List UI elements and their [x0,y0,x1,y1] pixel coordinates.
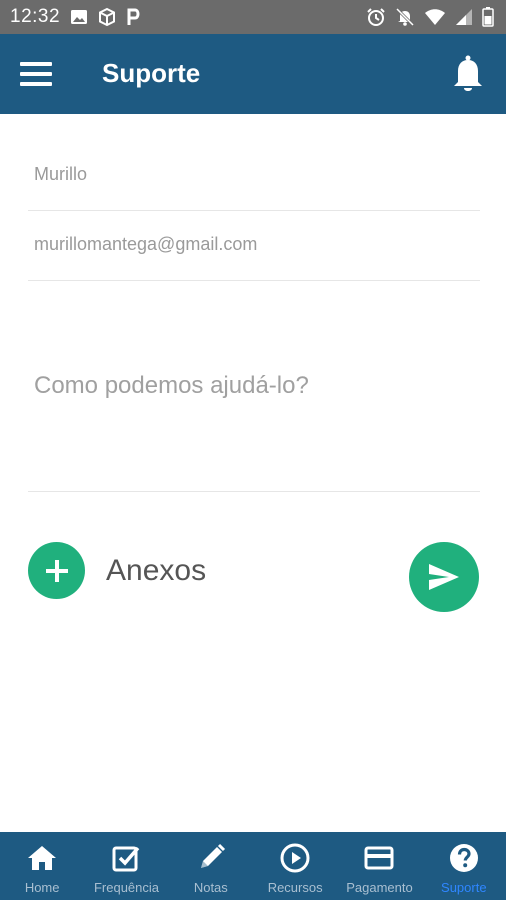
name-field-container [28,158,480,211]
nav-label-home: Home [24,880,60,895]
status-left: 12:32 [10,6,142,28]
nav-label-notas: Notas [193,880,228,895]
status-system-icons [366,7,494,27]
parking-icon [126,7,142,27]
signal-icon [455,8,473,26]
credit-card-icon [363,842,395,874]
send-button[interactable] [409,542,479,612]
home-icon [26,842,58,874]
nav-label-recursos: Recursos [267,880,323,895]
app-bar: Suporte [0,34,506,114]
page-title: Suporte [102,58,201,88]
bottom-nav: Home Frequência Notas Recursos Pagamento… [0,832,506,900]
nav-item-notas[interactable]: Notas [169,832,253,900]
alarm-icon [366,7,386,27]
battery-icon [482,7,494,27]
image-icon [70,8,88,26]
send-icon [429,564,459,590]
email-field[interactable] [28,228,480,261]
name-field[interactable] [28,158,480,191]
status-bar: 12:32 [0,0,506,34]
message-field-container [28,368,480,492]
email-field-container [28,228,480,281]
notifications-off-icon [395,7,415,27]
nav-item-recursos[interactable]: Recursos [253,832,337,900]
wifi-icon [424,8,446,26]
cube-icon [97,7,117,27]
nav-item-suporte[interactable]: Suporte [422,832,506,900]
status-time: 12:32 [10,6,61,27]
attachments-label: Anexos [106,554,207,587]
help-circle-icon [448,842,480,874]
nav-label-frequencia: Frequência [93,880,160,895]
status-notification-icons [70,7,142,27]
pencil-icon [195,842,227,874]
play-circle-icon [279,842,311,874]
nav-item-pagamento[interactable]: Pagamento [337,832,421,900]
nav-item-home[interactable]: Home [0,832,84,900]
bell-icon[interactable] [450,54,486,94]
nav-label-suporte: Suporte [441,880,487,895]
message-field[interactable] [28,368,480,478]
nav-item-frequencia[interactable]: Frequência [84,832,168,900]
nav-label-pagamento: Pagamento [346,880,413,895]
hamburger-menu-icon[interactable] [20,60,52,88]
checkbox-icon [110,842,142,874]
plus-icon [45,559,68,582]
add-attachment-button[interactable] [28,542,85,599]
